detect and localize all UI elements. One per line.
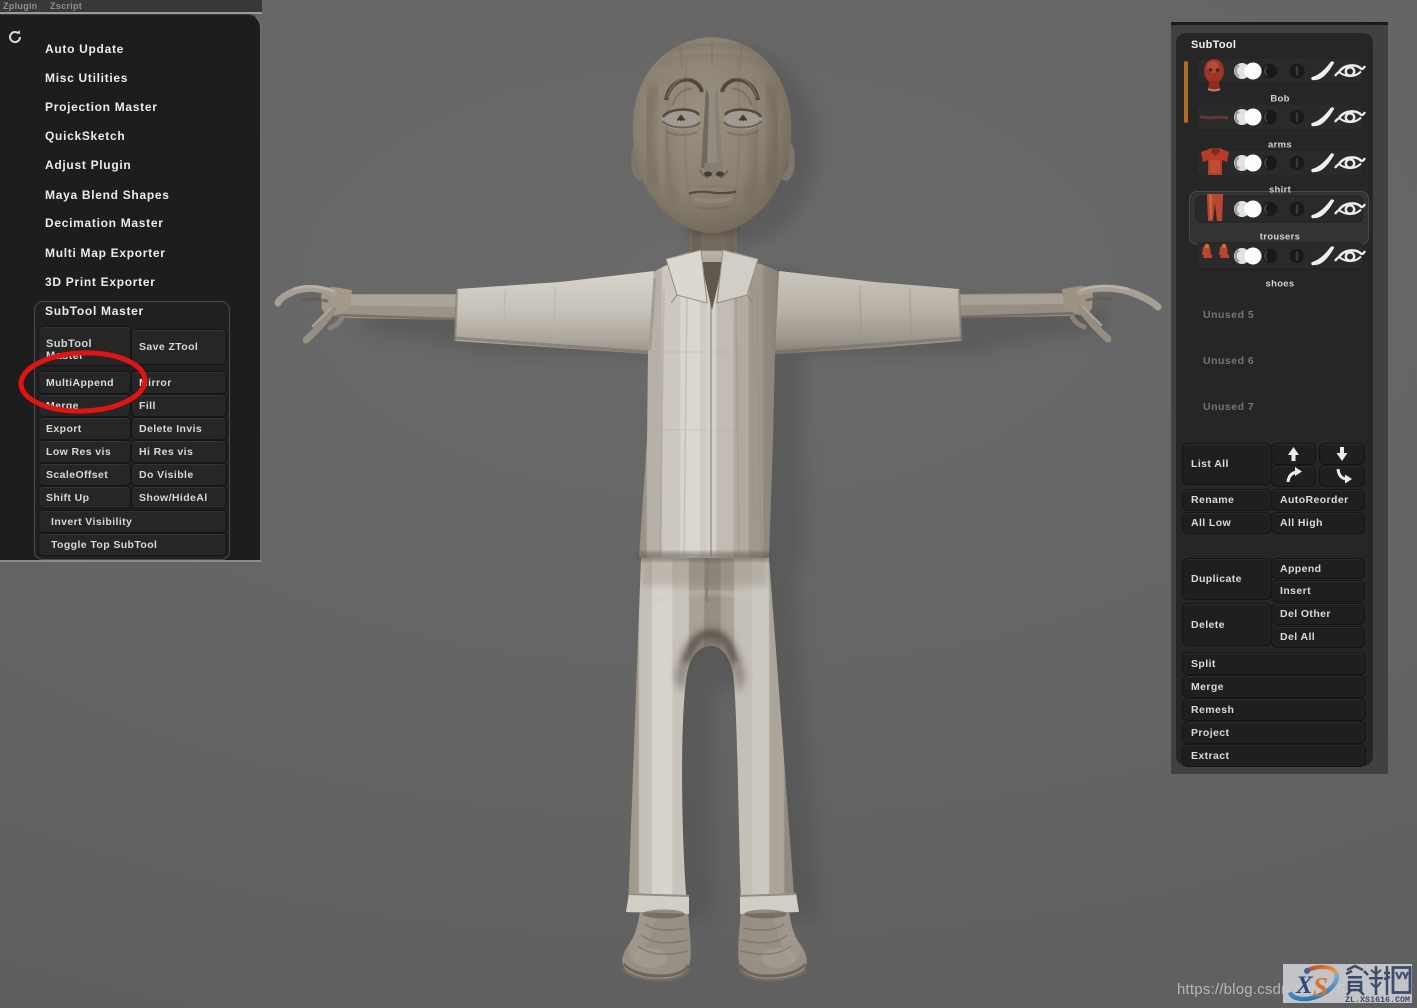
svg-text:S: S [1313,972,1328,1002]
svg-text:ZL.XS1616.COM: ZL.XS1616.COM [1345,996,1410,1003]
svg-text:X: X [1295,972,1314,999]
